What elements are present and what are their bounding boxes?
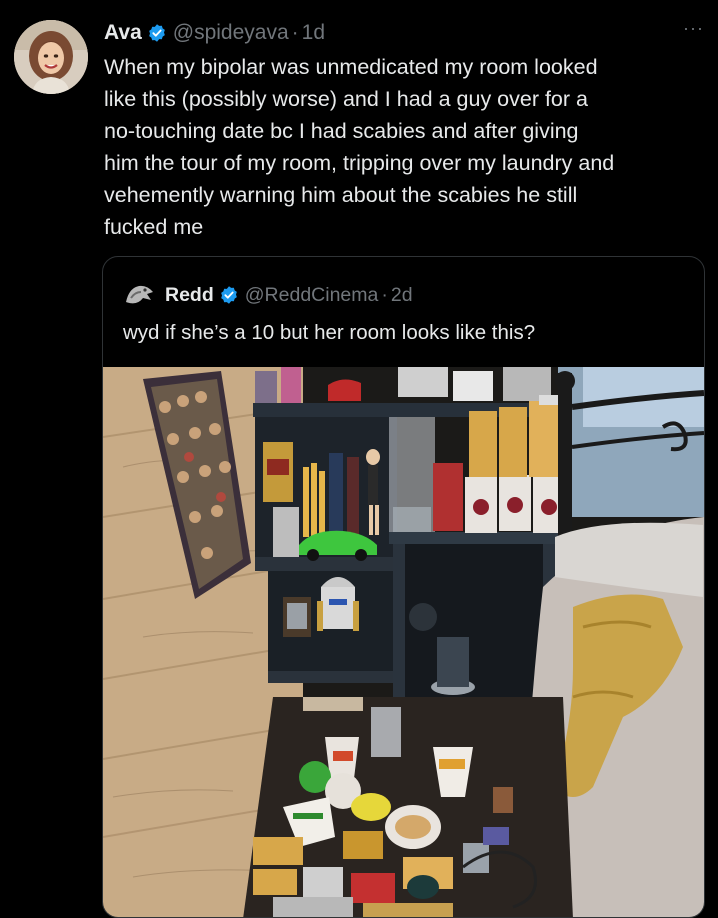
author-avatar-image <box>14 20 88 94</box>
tweet-timestamp[interactable]: 1d <box>302 21 325 45</box>
quoted-author-handle[interactable]: @ReddCinema <box>245 284 379 307</box>
messy-room-photo <box>103 367 704 917</box>
separator-dot: · <box>291 21 299 44</box>
author-handle[interactable]: @spideyava <box>173 21 289 45</box>
tweet[interactable]: Ava @spideyava · 1d ··· When my bipolar … <box>0 0 718 918</box>
quoted-author-display-name[interactable]: Redd <box>165 284 214 307</box>
quoted-tweet[interactable]: Redd @ReddCinema · 2d wyd if she’s a 10 … <box>102 256 705 918</box>
quoted-tweet-text: wyd if she’s a 10 but her room looks lik… <box>123 321 536 344</box>
quoted-tweet-timestamp[interactable]: 2d <box>391 284 413 307</box>
author-display-name[interactable]: Ava <box>104 21 142 45</box>
more-options-icon[interactable]: ··· <box>683 18 704 39</box>
tweet-header: Ava @spideyava · 1d ··· <box>104 18 704 48</box>
verified-badge-icon <box>147 23 167 43</box>
quoted-tweet-header: Redd @ReddCinema · 2d <box>123 281 413 309</box>
quoted-author-avatar[interactable] <box>123 280 157 310</box>
quoted-tweet-photo[interactable] <box>103 367 704 917</box>
tweet-text: When my bipolar was unmedicated my room … <box>104 55 615 239</box>
author-avatar[interactable] <box>14 20 88 94</box>
separator-dot: · <box>381 283 388 306</box>
verified-badge-icon <box>219 285 239 305</box>
